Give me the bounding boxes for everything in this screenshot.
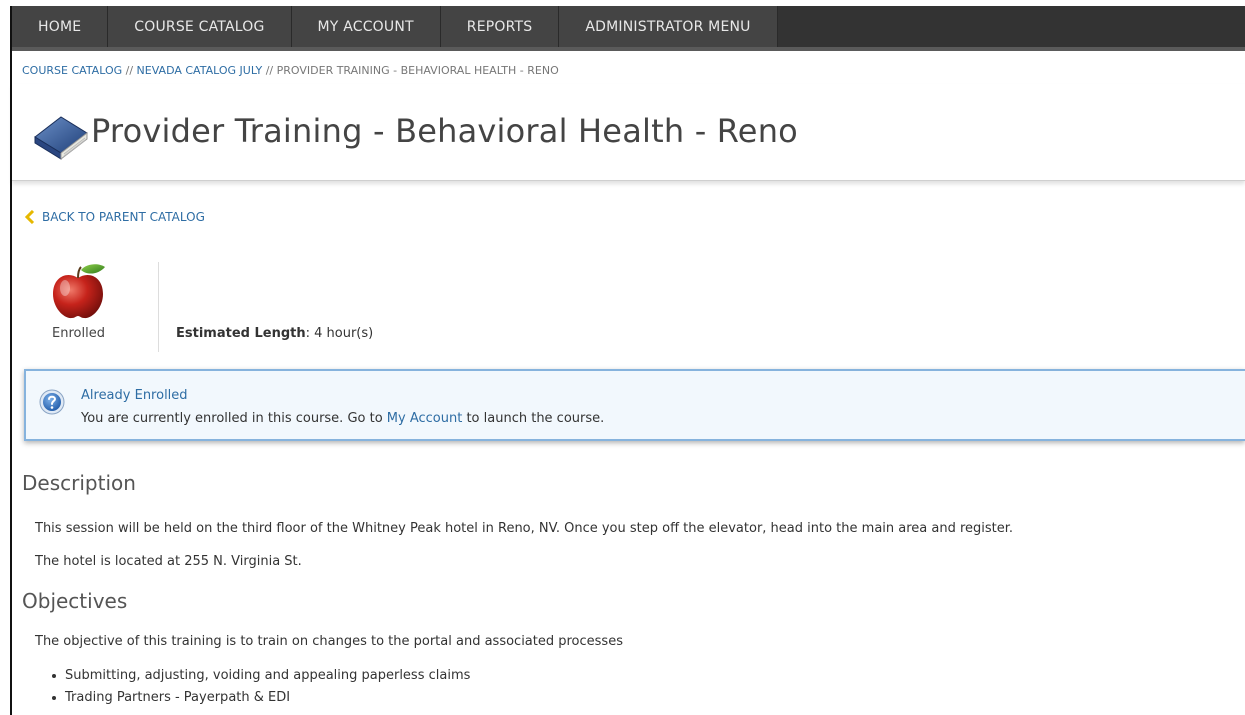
description-heading: Description	[22, 471, 136, 495]
nav-reports[interactable]: REPORTS	[440, 6, 560, 47]
notice-text-before: You are currently enrolled in this cours…	[81, 411, 387, 426]
back-link-label: BACK TO PARENT CATALOG	[42, 210, 205, 224]
objectives-heading: Objectives	[22, 589, 128, 613]
my-account-link[interactable]: My Account	[387, 411, 463, 426]
back-to-parent-catalog-link[interactable]: BACK TO PARENT CATALOG	[24, 210, 205, 224]
chevron-left-icon	[24, 210, 35, 224]
notice-text-after: to launch the course.	[462, 411, 605, 426]
nav-course-catalog[interactable]: COURSE CATALOG	[108, 6, 292, 47]
breadcrumb: COURSE CATALOG // NEVADA CATALOG JULY //…	[22, 64, 559, 77]
objectives-list: Submitting, adjusting, voiding and appea…	[50, 665, 470, 709]
breadcrumb-separator: //	[265, 64, 274, 77]
notice-text: You are currently enrolled in this cours…	[81, 411, 604, 426]
breadcrumb-nevada-catalog[interactable]: NEVADA CATALOG JULY	[137, 64, 263, 77]
estimated-length-value: : 4 hour(s)	[305, 326, 374, 341]
main-navbar: HOME COURSE CATALOG MY ACCOUNT REPORTS A…	[12, 6, 1245, 51]
breadcrumb-current: PROVIDER TRAINING - BEHAVIORAL HEALTH - …	[276, 64, 559, 77]
estimated-length-label: Estimated Length	[176, 326, 306, 341]
already-enrolled-notice	[24, 369, 1245, 441]
divider	[158, 262, 159, 352]
objectives-intro: The objective of this training is to tra…	[35, 634, 623, 649]
enrollment-status-label: Enrolled	[52, 326, 105, 341]
apple-icon	[53, 264, 105, 319]
breadcrumb-separator: //	[125, 64, 134, 77]
notice-title: Already Enrolled	[81, 388, 188, 403]
page-title: Provider Training - Behavioral Health - …	[91, 112, 798, 150]
help-icon	[39, 389, 65, 415]
nav-home[interactable]: HOME	[12, 6, 109, 47]
description-paragraph: The hotel is located at 255 N. Virginia …	[35, 554, 302, 569]
nav-my-account[interactable]: MY ACCOUNT	[291, 6, 441, 47]
estimated-length: Estimated Length: 4 hour(s)	[176, 326, 373, 341]
window-left-edge	[0, 6, 10, 715]
book-icon	[34, 116, 88, 161]
description-paragraph: This session will be held on the third f…	[35, 521, 1014, 536]
breadcrumb-course-catalog[interactable]: COURSE CATALOG	[22, 64, 122, 77]
list-item: Submitting, adjusting, voiding and appea…	[50, 665, 470, 687]
nav-administrator-menu[interactable]: ADMINISTRATOR MENU	[559, 6, 778, 47]
navbar-filler	[777, 6, 1245, 47]
list-item: Trading Partners - Payerpath & EDI	[50, 687, 470, 709]
